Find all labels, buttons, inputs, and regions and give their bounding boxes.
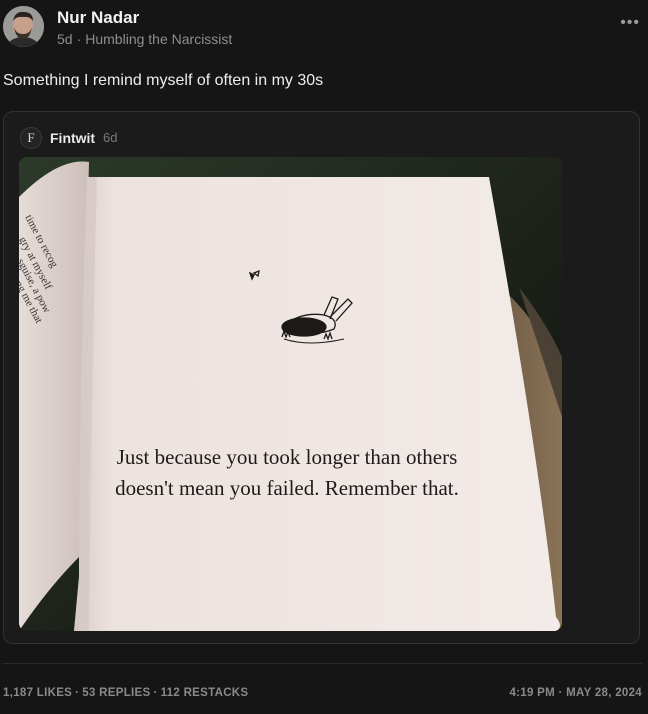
post-meta: 5d · Humbling the Narcissist — [57, 31, 232, 47]
meta-separator: · — [76, 31, 82, 47]
more-options-icon[interactable]: ••• — [620, 14, 640, 32]
stats-separator: · — [75, 687, 80, 699]
post-timestamp: 4:19 PM · MAY 28, 2024 — [509, 687, 642, 699]
author-avatar[interactable] — [3, 6, 44, 47]
restacks-count[interactable]: 112 RESTACKS — [161, 687, 249, 699]
publication-link[interactable]: Humbling the Narcissist — [85, 31, 232, 47]
quoted-author-avatar[interactable]: F — [20, 127, 42, 149]
author-name[interactable]: Nur Nadar — [57, 8, 139, 28]
footer-divider — [3, 663, 642, 664]
post-text: Something I remind myself of often in my… — [3, 72, 324, 89]
quoted-author-name[interactable]: Fintwit — [50, 130, 95, 146]
quoted-post-time: 6d — [103, 130, 118, 145]
post-stats: 1,187 LIKES · 53 REPLIES · 112 RESTACKS — [3, 687, 248, 699]
replies-count[interactable]: 53 REPLIES — [82, 687, 150, 699]
book-photo: time to recog gry at myself sguise, a po… — [19, 157, 562, 631]
post-time: 5d — [57, 31, 73, 47]
book-quote-text: Just because you took longer than others… — [115, 445, 459, 500]
avatar-photo — [3, 6, 44, 47]
likes-count[interactable]: 1,187 LIKES — [3, 687, 72, 699]
quoted-post-card[interactable]: F Fintwit 6d time to recog gry at myself… — [3, 111, 640, 644]
stats-separator: · — [153, 687, 158, 699]
quoted-post-image[interactable]: time to recog gry at myself sguise, a po… — [19, 157, 562, 631]
